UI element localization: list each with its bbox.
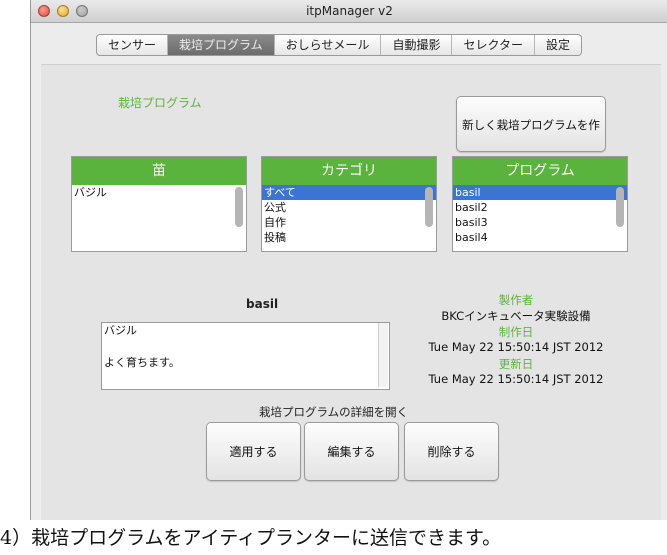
program-list-header: プログラム <box>453 157 627 185</box>
description-blank-line <box>102 339 389 355</box>
tab-notification-mail[interactable]: おしらせメール <box>275 35 382 55</box>
category-list-body: すべて 公式 自作 投稿 <box>262 185 436 251</box>
category-list-scrollbar[interactable] <box>425 187 433 227</box>
category-list: カテゴリ すべて 公式 自作 投稿 <box>261 156 437 252</box>
description-line: よく育ちます。 <box>104 356 180 369</box>
created-label: 制作日 <box>498 325 534 339</box>
title-bar: itpManager v2 <box>31 0 667 23</box>
created-value: Tue May 22 15:50:14 JST 2012 <box>428 340 604 354</box>
category-item-posted[interactable]: 投稿 <box>262 230 436 245</box>
tab-sensor[interactable]: センサー <box>97 35 169 55</box>
program-item-basil2[interactable]: basil2 <box>453 200 627 215</box>
tab-settings[interactable]: 設定 <box>535 35 581 55</box>
maker-value: BKCインキュベータ実験設備 <box>441 309 591 323</box>
program-item-basil3[interactable]: basil3 <box>453 215 627 230</box>
window-title: itpManager v2 <box>306 4 393 18</box>
new-program-button[interactable]: 新しく栽培プログラムを作る <box>456 96 606 188</box>
delete-button[interactable]: 削除する <box>404 422 499 481</box>
seedling-list: 苗 バジル <box>71 156 247 252</box>
program-item-basil[interactable]: basil <box>453 185 627 200</box>
program-list: プログラム basil basil2 basil3 basil4 <box>452 156 628 252</box>
maker-label: 製作者 <box>498 293 534 307</box>
updated-label: 更新日 <box>498 357 534 371</box>
description-scrollbar[interactable] <box>378 323 388 387</box>
program-item-basil4[interactable]: basil4 <box>453 230 627 245</box>
category-list-header: カテゴリ <box>262 157 436 185</box>
category-item-custom[interactable]: 自作 <box>262 215 436 230</box>
category-item-official[interactable]: 公式 <box>262 200 436 215</box>
category-item-all[interactable]: すべて <box>262 185 436 200</box>
description-textarea[interactable]: バジル よく育ちます。 <box>101 322 390 390</box>
edit-button[interactable]: 編集する <box>304 422 399 481</box>
program-list-body: basil basil2 basil3 basil4 <box>453 185 627 251</box>
section-title: 栽培プログラム <box>118 96 202 110</box>
open-detail-link[interactable]: 栽培プログラムの詳細を開く <box>259 404 408 420</box>
tab-bar: センサー 栽培プログラム おしらせメール 自動撮影 セレクター 設定 <box>96 34 582 56</box>
program-name-label: basil <box>246 297 279 311</box>
apply-button[interactable]: 適用する <box>206 422 301 481</box>
app-window: itpManager v2 センサー 栽培プログラム おしらせメール 自動撮影 … <box>30 0 667 520</box>
seedling-list-body: バジル <box>72 185 246 251</box>
tab-auto-capture[interactable]: 自動撮影 <box>381 35 453 55</box>
seedling-item-basil[interactable]: バジル <box>72 185 246 200</box>
tab-selector[interactable]: セレクター <box>452 35 535 55</box>
tab-cultivation-program[interactable]: 栽培プログラム <box>168 35 275 55</box>
seedling-list-header: 苗 <box>72 157 246 185</box>
caption-text: 4）栽培プログラムをアイティプランターに送信できます。 <box>0 527 502 549</box>
program-list-scrollbar[interactable] <box>616 187 624 227</box>
seedling-list-scrollbar[interactable] <box>235 187 243 227</box>
updated-value: Tue May 22 15:50:14 JST 2012 <box>428 372 604 386</box>
description-line: バジル <box>104 324 137 337</box>
